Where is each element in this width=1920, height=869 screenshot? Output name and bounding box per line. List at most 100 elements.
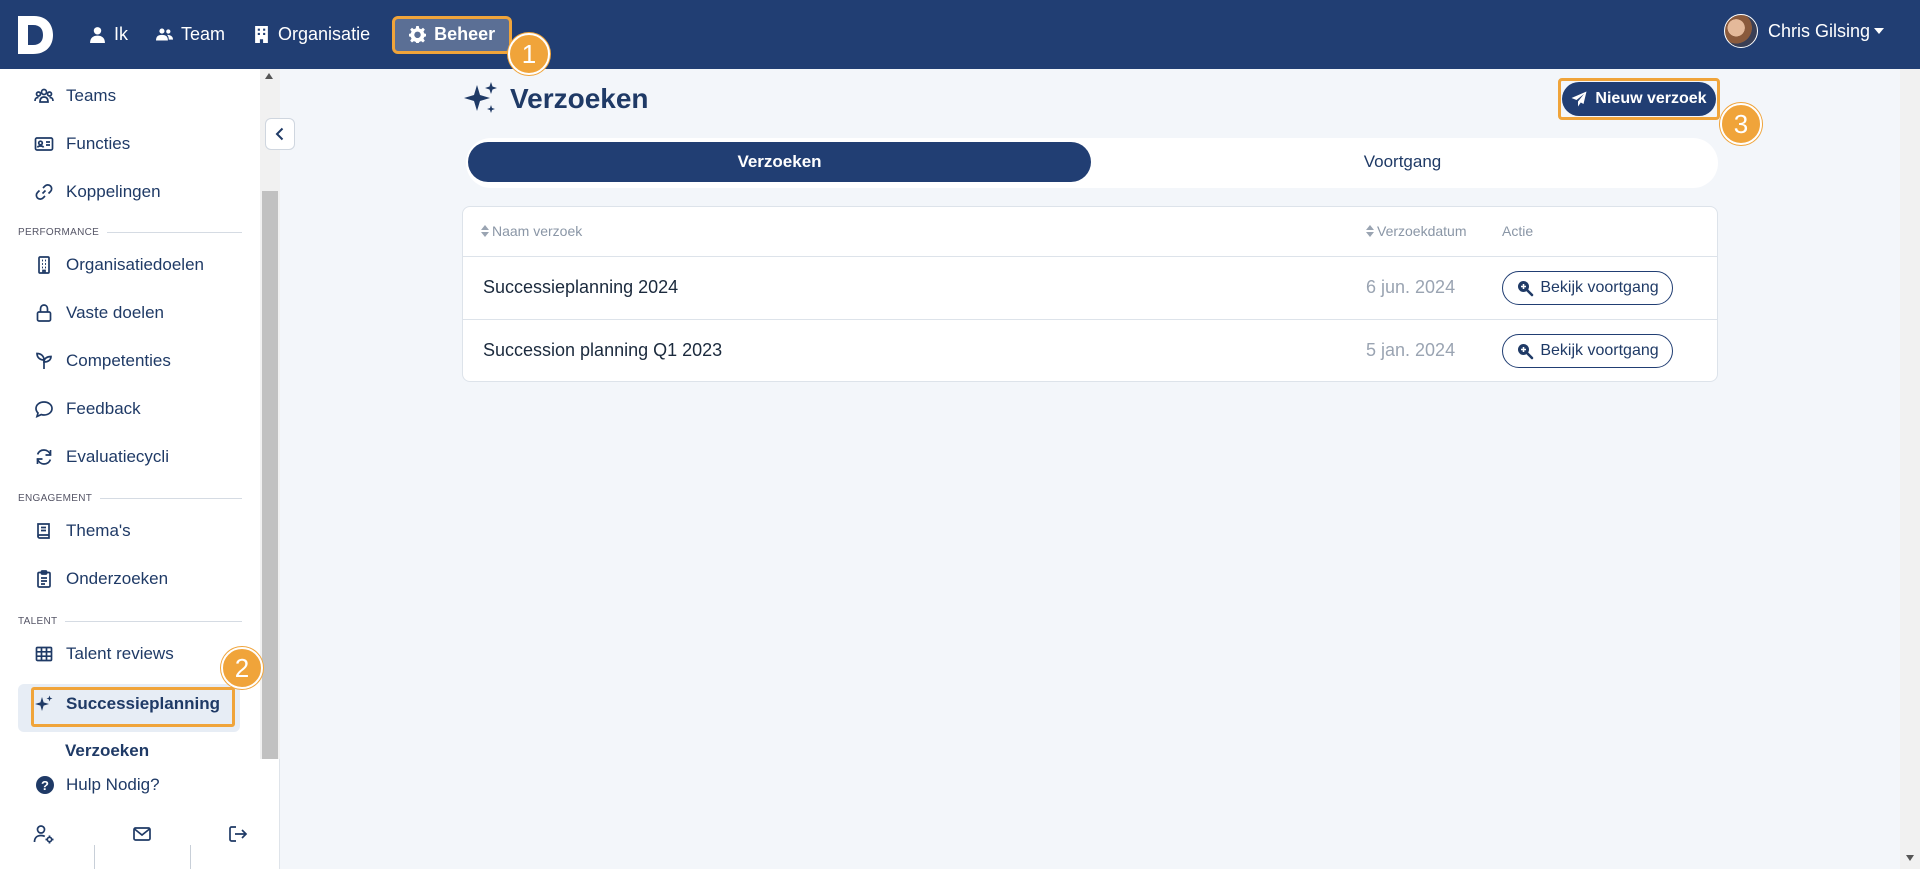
nav-beheer-label: Beheer [434, 24, 496, 44]
sidebar-item-label: Thema's [66, 521, 131, 540]
user-icon [90, 27, 105, 43]
sidebar-item-label: Teams [66, 86, 117, 105]
section-divider [100, 498, 242, 499]
view-progress-label: Bekijk voortgang [1540, 342, 1659, 359]
sidebar-item-label: Functies [66, 134, 131, 153]
sidebar-item-themas[interactable]: Thema's [34, 521, 131, 541]
sidebar: Teams Functies Koppelingen PERFORMANCE O… [0, 69, 280, 869]
annotation-badge-3: 3 [1720, 103, 1762, 145]
sidebar-item-evaluatiecycli[interactable]: Evaluatiecycli [34, 447, 169, 467]
user-menu[interactable]: Chris Gilsing [1723, 14, 1884, 48]
row-divider [463, 256, 1717, 257]
users-icon [156, 28, 174, 41]
sparkles-icon [464, 82, 497, 113]
sidebar-item-onderzoeken[interactable]: Onderzoeken [34, 569, 168, 589]
request-date: 6 jun. 2024 [1366, 277, 1456, 297]
sidebar-item-organisatiedoelen[interactable]: Organisatiedoelen [34, 255, 204, 275]
sidebar-footer [0, 799, 280, 869]
nav-team[interactable]: Team [142, 16, 239, 54]
book-icon [37, 523, 50, 539]
main-nav: Ik Team Organisatie Beheer [75, 0, 513, 69]
profile-settings-button[interactable] [4, 799, 84, 869]
building-icon [255, 26, 268, 43]
view-progress-button[interactable]: Bekijk voortgang [1502, 271, 1673, 305]
nav-team-label: Team [181, 24, 226, 44]
logout-button[interactable] [198, 799, 278, 869]
sidebar-item-feedback[interactable]: Feedback [34, 399, 141, 419]
clipboard-icon [37, 570, 51, 588]
id-card-icon [34, 137, 54, 151]
logout-icon [229, 826, 248, 842]
requests-table: Naam verzoek Verzoekdatum Actie Successi… [462, 206, 1718, 382]
request-name: Succession planning Q1 2023 [483, 340, 723, 360]
paper-plane-icon [1571, 91, 1587, 107]
section-divider [107, 232, 242, 233]
tab-verzoeken[interactable]: Verzoeken [468, 142, 1091, 182]
link-icon [35, 184, 53, 200]
top-navigation-bar: Ik Team Organisatie Beheer Chris Gilsing [0, 0, 1920, 69]
nav-organisatie[interactable]: Organisatie [239, 16, 384, 54]
gear-icon [409, 26, 427, 43]
column-header-name[interactable]: Naam verzoek [481, 223, 582, 239]
new-request-button[interactable]: Nieuw verzoek [1562, 82, 1716, 116]
new-request-label: Nieuw verzoek [1595, 90, 1707, 107]
page-header: Verzoeken [462, 80, 649, 118]
collapse-sidebar-button[interactable] [265, 118, 295, 150]
sidebar-item-functies[interactable]: Functies [34, 134, 130, 154]
section-divider [65, 621, 242, 622]
tab-voortgang[interactable]: Voortgang [1091, 142, 1714, 182]
view-progress-button[interactable]: Bekijk voortgang [1502, 334, 1673, 368]
messages-button[interactable] [102, 799, 182, 869]
sidebar-scroll-area: Teams Functies Koppelingen PERFORMANCE O… [0, 69, 260, 759]
refresh-icon [36, 449, 52, 465]
user-name: Chris Gilsing [1767, 20, 1870, 41]
request-name: Successieplanning 2024 [483, 277, 679, 297]
column-header-date[interactable]: Verzoekdatum [1366, 223, 1467, 239]
magnifier-plus-icon [1518, 344, 1534, 360]
sidebar-item-vaste-doelen[interactable]: Vaste doelen [34, 303, 164, 323]
teams-icon [34, 88, 54, 103]
sort-icon [1366, 225, 1374, 237]
page-title: Verzoeken [510, 83, 649, 114]
scroll-up-arrow-icon[interactable] [265, 73, 273, 79]
mail-icon [133, 827, 151, 841]
building-icon [38, 256, 50, 274]
magnifier-plus-icon [1518, 281, 1534, 297]
sidebar-item-talent-reviews[interactable]: Talent reviews [34, 644, 174, 664]
sidebar-item-label: Talent reviews [66, 644, 174, 663]
annotation-badge-2: 2 [221, 647, 263, 689]
annotation-badge-1: 1 [508, 33, 550, 75]
help-link[interactable]: ? Hulp Nodig? [36, 775, 160, 795]
help-label: Hulp Nodig? [66, 775, 160, 794]
nav-ik[interactable]: Ik [75, 16, 142, 54]
chevron-left-icon [275, 127, 284, 141]
app-logo[interactable] [16, 14, 54, 56]
caret-down-icon [1874, 28, 1884, 34]
column-header-label: Naam verzoek [492, 223, 583, 239]
sidebar-item-label: Feedback [66, 399, 141, 418]
avatar [1723, 14, 1758, 48]
nav-ik-label: Ik [114, 24, 129, 44]
column-header-action: Actie [1502, 223, 1534, 239]
sidebar-scroll-thumb[interactable] [262, 191, 278, 759]
annotation-highlight-2 [31, 687, 235, 727]
row-divider [463, 319, 1717, 320]
sidebar-item-teams[interactable]: Teams [34, 86, 116, 106]
sidebar-item-koppelingen[interactable]: Koppelingen [34, 182, 161, 202]
section-label: PERFORMANCE [18, 227, 100, 238]
scroll-down-arrow-icon[interactable] [1906, 855, 1914, 861]
sidebar-item-label: Organisatiedoelen [66, 255, 204, 274]
request-date: 5 jan. 2024 [1366, 340, 1456, 360]
sidebar-item-competenties[interactable]: Competenties [34, 351, 171, 371]
column-header-label: Verzoekdatum [1377, 223, 1467, 239]
footer-divider [94, 845, 95, 869]
sidebar-subitem-verzoeken[interactable]: Verzoeken [65, 741, 149, 759]
sidebar-item-label: Koppelingen [66, 182, 161, 201]
section-talent: TALENT [18, 616, 242, 627]
section-label: TALENT [18, 616, 58, 627]
sidebar-item-label: Competenties [66, 351, 171, 370]
nav-beheer[interactable]: Beheer [392, 15, 513, 54]
section-engagement: ENGAGEMENT [18, 493, 242, 504]
tabs: Verzoeken Voortgang [466, 138, 1718, 188]
page-scrollbar[interactable] [1900, 69, 1920, 869]
